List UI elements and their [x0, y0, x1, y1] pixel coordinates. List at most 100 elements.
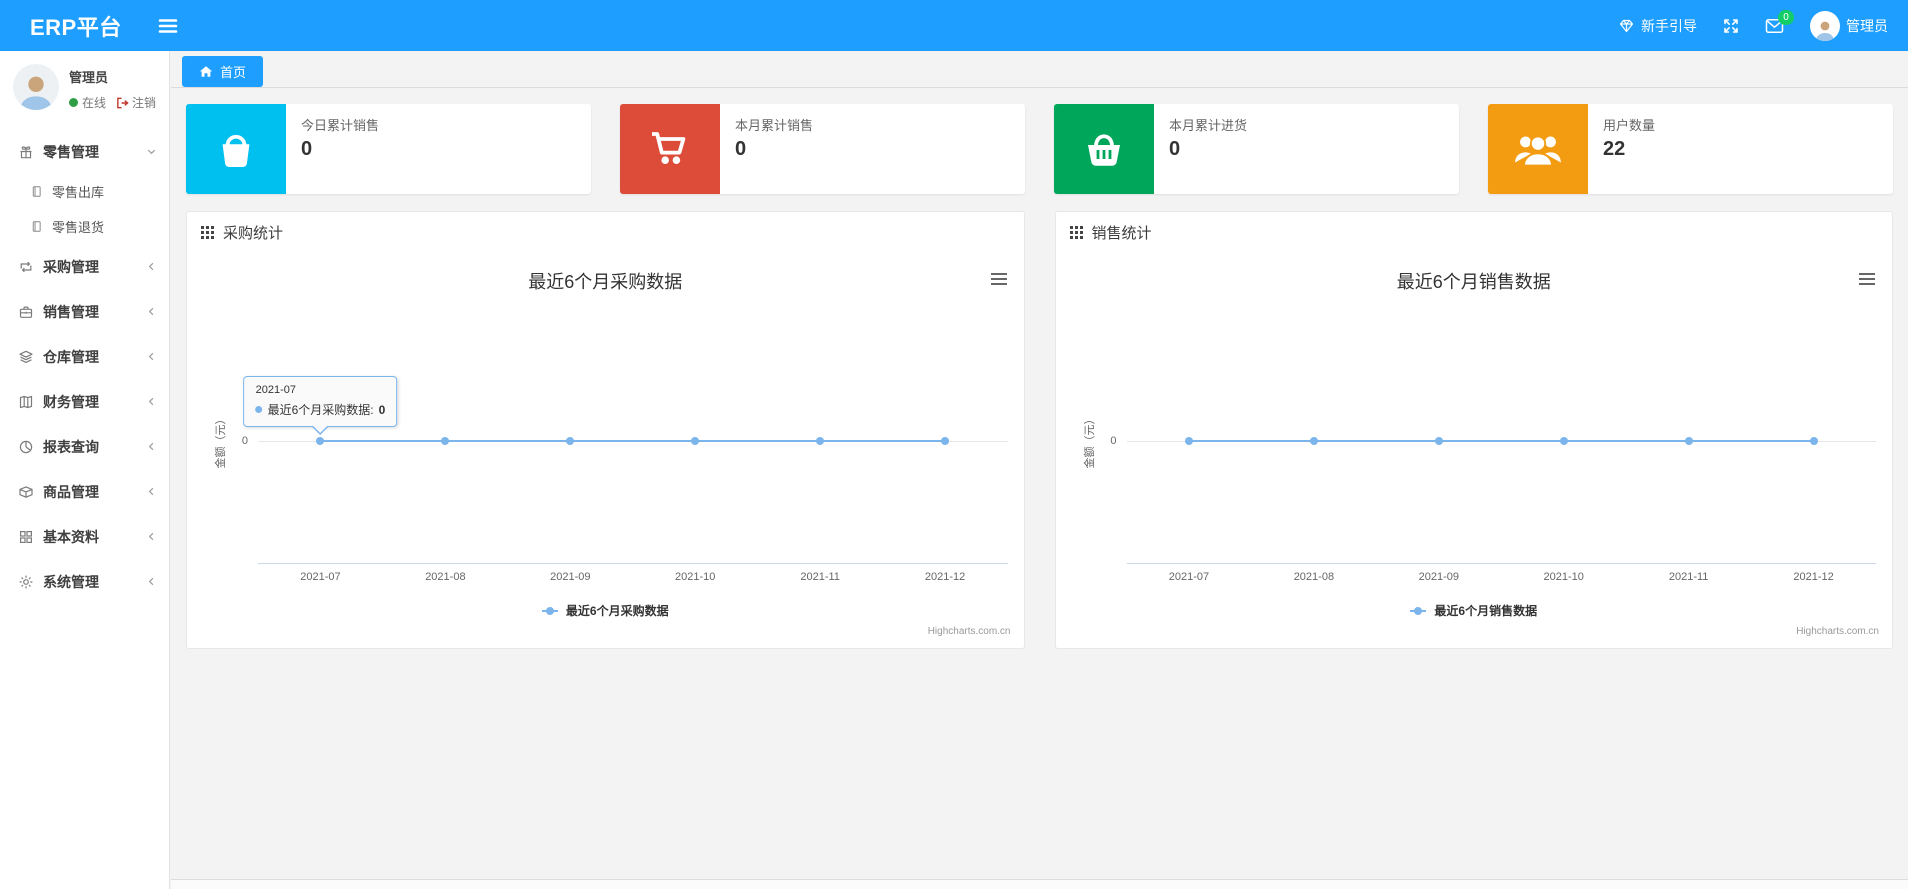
data-point-marker[interactable] [1434, 437, 1443, 445]
y-axis-title: 金额（元） [1083, 413, 1096, 469]
sidebar-item-purchase-management[interactable]: 采购管理 [0, 244, 169, 289]
online-status-dot [69, 98, 78, 107]
data-point-marker[interactable] [441, 437, 450, 445]
data-point-marker[interactable] [566, 437, 575, 445]
basket-icon [1054, 104, 1154, 194]
home-icon [199, 66, 213, 77]
cart-icon [620, 104, 720, 194]
panel-title: 销售统计 [1091, 224, 1152, 242]
legend-marker-icon [1410, 606, 1427, 615]
stat-card-user-count: 用户数量 22 [1488, 104, 1893, 194]
online-status-label: 在线 [82, 96, 107, 110]
menu-label: 零售管理 [43, 143, 99, 160]
stat-cards-row: 今日累计销售 0 本月累计销售 0 本月累计进货 0 用户数量 22 [186, 104, 1893, 194]
sidebar-item-sales-management[interactable]: 销售管理 [0, 289, 169, 334]
highcharts-credit-link[interactable]: Highcharts.com.cn [928, 626, 1011, 637]
menu-label: 零售退货 [52, 220, 105, 235]
fullscreen-icon [1724, 18, 1738, 33]
data-point-marker[interactable] [691, 437, 700, 445]
plot-area: 0 金额（元） 2021-07 最近6个月采购数据: 0 2021-07 2021… [215, 252, 1008, 583]
menu-label: 报表查询 [43, 438, 99, 455]
repeat-icon [18, 259, 34, 275]
chevron-left-icon [146, 576, 157, 587]
guide-label: 新手引导 [1641, 17, 1697, 34]
data-point-marker[interactable] [816, 437, 825, 445]
menu-label: 财务管理 [43, 393, 99, 410]
data-point-marker[interactable] [1184, 437, 1193, 445]
sidebar-user-panel: 管理员 在线 注销 [0, 51, 169, 123]
grid-dots-icon [1069, 225, 1083, 239]
grid-icon [18, 529, 34, 545]
sidebar-item-product-management[interactable]: 商品管理 [0, 469, 169, 514]
sidebar-item-basic-data[interactable]: 基本资料 [0, 514, 169, 559]
tab-label: 首页 [220, 65, 247, 80]
sales-stats-panel: 销售统计 最近6个月销售数据 0 金额（元） 2021-07 2021-08 202… [1054, 211, 1893, 649]
chevron-left-icon [146, 351, 157, 362]
series-line [1188, 440, 1814, 442]
box-icon [18, 484, 34, 500]
x-axis-label: 2021-12 [924, 571, 966, 583]
tooltip-value: 0 [378, 402, 386, 417]
tab-home[interactable]: 首页 [182, 56, 264, 87]
sidebar-item-report-query[interactable]: 报表查询 [0, 424, 169, 469]
chevron-left-icon [146, 486, 157, 497]
fullscreen-button[interactable] [1723, 18, 1739, 34]
stat-card-month-purchase: 本月累计进货 0 [1054, 104, 1459, 194]
highcharts-credit-link[interactable]: Highcharts.com.cn [1796, 626, 1879, 637]
sidebar-item-warehouse-management[interactable]: 仓库管理 [0, 334, 169, 379]
menu-label: 仓库管理 [43, 348, 99, 365]
messages-count-badge: 0 [1778, 9, 1794, 25]
sales-chart: 最近6个月销售数据 0 金额（元） 2021-07 2021-08 2021-09 2… [1056, 252, 1893, 648]
guide-button[interactable]: 新手引导 [1618, 16, 1697, 36]
x-axis-label: 2021-11 [800, 571, 840, 583]
menu-label: 基本资料 [43, 528, 99, 545]
chevron-left-icon [146, 441, 157, 452]
x-axis-label: 2021-12 [1793, 571, 1834, 583]
user-menu[interactable]: 管理员 [1810, 10, 1888, 41]
data-point-marker[interactable] [941, 437, 950, 445]
x-axis-label: 2021-09 [1418, 571, 1459, 583]
shopping-bag-icon [186, 104, 286, 194]
sidebar-user-name: 管理员 [69, 70, 109, 85]
sidebar-toggle-button[interactable] [158, 18, 178, 34]
x-axis-label: 2021-11 [1668, 571, 1709, 583]
chevron-left-icon [146, 306, 157, 317]
legend-label: 最近6个月销售数据 [1434, 604, 1538, 618]
gear-icon [18, 574, 34, 590]
app-logo: ERP平台 [30, 14, 122, 40]
menu-label: 采购管理 [43, 258, 99, 275]
stat-value: 22 [1603, 138, 1626, 160]
legend-item[interactable]: 最近6个月采购数据 [187, 602, 1024, 619]
data-point-marker[interactable] [1684, 437, 1693, 445]
series-dot-icon [255, 406, 263, 413]
data-point-marker[interactable] [1809, 437, 1818, 445]
avatar [13, 64, 59, 110]
logout-link[interactable]: 注销 [116, 94, 156, 111]
sidebar-item-finance-management[interactable]: 财务管理 [0, 379, 169, 424]
gift-icon [18, 144, 34, 160]
data-point-marker[interactable] [1309, 437, 1318, 445]
data-point-marker[interactable] [316, 437, 325, 445]
sidebar-item-system-management[interactable]: 系统管理 [0, 559, 169, 604]
stat-label: 用户数量 [1603, 118, 1656, 133]
sidebar-menu: 零售管理 零售出库 零售退货 采购管理 销售管理 仓库管理 财务管理 报表查询 … [0, 129, 169, 604]
main-content: 首页 今日累计销售 0 本月累计销售 0 本月累计进货 0 用户数量 22 采购… [171, 51, 1908, 889]
sidebar-item-retail-management[interactable]: 零售管理 [0, 129, 169, 174]
chart-tooltip: 2021-07 最近6个月采购数据: 0 [243, 376, 398, 435]
series-line [320, 440, 946, 442]
x-axis-label: 2021-10 [1543, 571, 1584, 583]
menu-label: 系统管理 [43, 573, 99, 590]
y-axis-tick: 0 [241, 435, 248, 447]
legend-item[interactable]: 最近6个月销售数据 [1056, 602, 1893, 619]
y-axis-tick: 0 [1110, 435, 1117, 447]
tooltip-date: 2021-07 [255, 384, 296, 396]
data-point-marker[interactable] [1559, 437, 1568, 445]
messages-button[interactable]: 0 [1765, 9, 1794, 34]
sidebar-item-retail-return[interactable]: 零售退货 [0, 209, 169, 244]
stat-value: 0 [735, 138, 747, 160]
pie-clock-icon [18, 439, 34, 455]
stat-label: 今日累计销售 [301, 118, 380, 133]
sidebar-item-retail-outbound[interactable]: 零售出库 [0, 174, 169, 209]
tooltip-series-label: 最近6个月采购数据: [267, 403, 374, 417]
legend-label: 最近6个月采购数据 [565, 604, 669, 618]
